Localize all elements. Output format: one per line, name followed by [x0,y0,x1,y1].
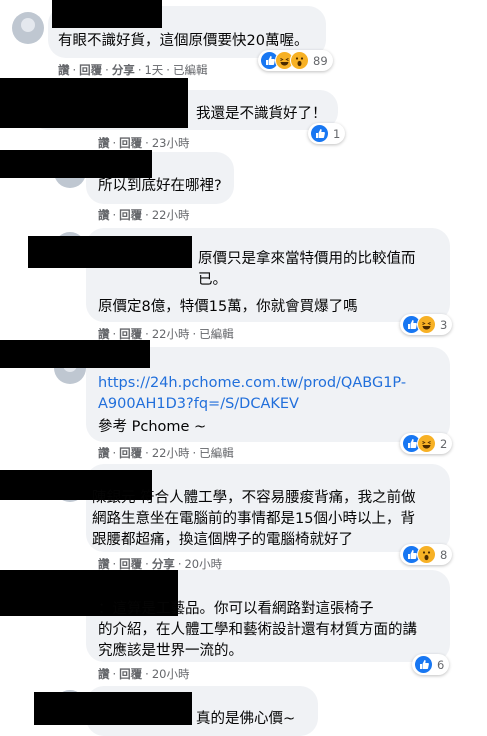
reaction-count: 3 [440,317,448,332]
reply-button[interactable]: 回覆 [119,446,142,460]
reaction-summary[interactable]: 2 [400,433,453,454]
reaction-count: 6 [437,657,445,672]
like-button[interactable]: 讚 [98,208,110,222]
timestamp[interactable]: 22小時 [152,446,190,460]
reply-button[interactable]: 回覆 [119,208,142,222]
reply-button[interactable]: 回覆 [119,557,142,571]
redacted-name [34,692,192,725]
comment-text: 原價只是拿來當特價用的比較值而 已。 [198,251,416,288]
timestamp[interactable]: 22小時 [152,208,190,222]
edited-label: 已編輯 [199,446,234,460]
redacted-name [52,0,162,28]
timestamp[interactable]: 23小時 [152,136,190,150]
reaction-summary[interactable]: 3 [400,314,453,335]
avatar[interactable] [12,12,44,44]
haha-reaction-icon [417,315,436,334]
comment-text: 我還是不識貨好了！ [196,106,327,122]
edited-label: 已編輯 [199,327,234,341]
reaction-summary[interactable]: 8 [400,544,453,565]
redacted-name [28,236,192,268]
comment-text: 所以到底好在哪裡? [98,178,222,194]
like-button[interactable]: 讚 [98,557,110,571]
like-reaction-icon [414,655,433,674]
comment-text: 有眼不識好貨，這個原價要快20萬喔。 [58,33,309,49]
reaction-summary[interactable]: 1 [308,123,346,144]
timestamp[interactable]: 20小時 [152,667,190,681]
reply-button[interactable]: 回覆 [119,136,142,150]
reaction-count: 2 [440,436,448,451]
redacted-name [0,340,150,368]
comment-actions: 讚 · 回覆 · 23小時 [98,136,190,150]
wow-reaction-icon [417,545,436,564]
like-button[interactable]: 讚 [98,667,110,681]
reaction-count: 89 [313,53,328,68]
product-link[interactable]: https://24h.pchome.com.tw/prod/QABG1P- A… [98,373,406,415]
reaction-count: 1 [333,126,341,141]
like-button[interactable]: 讚 [98,136,110,150]
share-button[interactable]: 分享 [152,557,175,571]
wow-reaction-icon [290,51,309,70]
timestamp[interactable]: 22小時 [152,327,190,341]
like-button[interactable]: 讚 [98,327,110,341]
reaction-summary[interactable]: 6 [412,654,450,675]
reply-button[interactable]: 回覆 [119,667,142,681]
comment-actions: 讚 · 回覆 · 20小時 [98,667,190,681]
comment-actions: 讚 · 回覆 · 22小時 [98,208,190,222]
comment-text-paragraph: 參考 Pchome ~ [98,419,207,435]
reply-button[interactable]: 回覆 [119,327,142,341]
timestamp[interactable]: 20小時 [184,557,222,571]
redacted-name [0,78,188,128]
edited-label: 已編輯 [172,63,208,77]
comment-actions: 讚 · 回覆 · 分享 · 1天 · 已編輯 [58,63,208,77]
reaction-summary[interactable]: 89 [258,50,333,71]
comment-text: 陳銀元 符合人體工學，不容易腰痠背痛，我之前做 網路生意坐在電腦前的事情都是15… [92,490,416,548]
like-button[interactable]: 讚 [98,446,110,460]
comment-text: ：這算是工藝品。你可以看網路對這張椅子 的介紹，在人體工學和藝術設計還有材質方面… [98,601,417,659]
like-reaction-icon [310,124,329,143]
reply-button[interactable]: 回覆 [79,63,102,77]
reaction-count: 8 [440,547,448,562]
share-button[interactable]: 分享 [112,63,135,77]
like-button[interactable]: 讚 [58,63,70,77]
comment-text-paragraph: 原價定8億，特價15萬，你就會買爆了嗎 [98,299,358,315]
timestamp[interactable]: 1天 [144,63,163,77]
comment-actions: 讚 · 回覆 · 22小時 · 已編輯 [98,446,234,460]
haha-reaction-icon [417,434,436,453]
comment-text: 真的是佛心價~ [196,711,296,727]
redacted-name [0,150,152,178]
